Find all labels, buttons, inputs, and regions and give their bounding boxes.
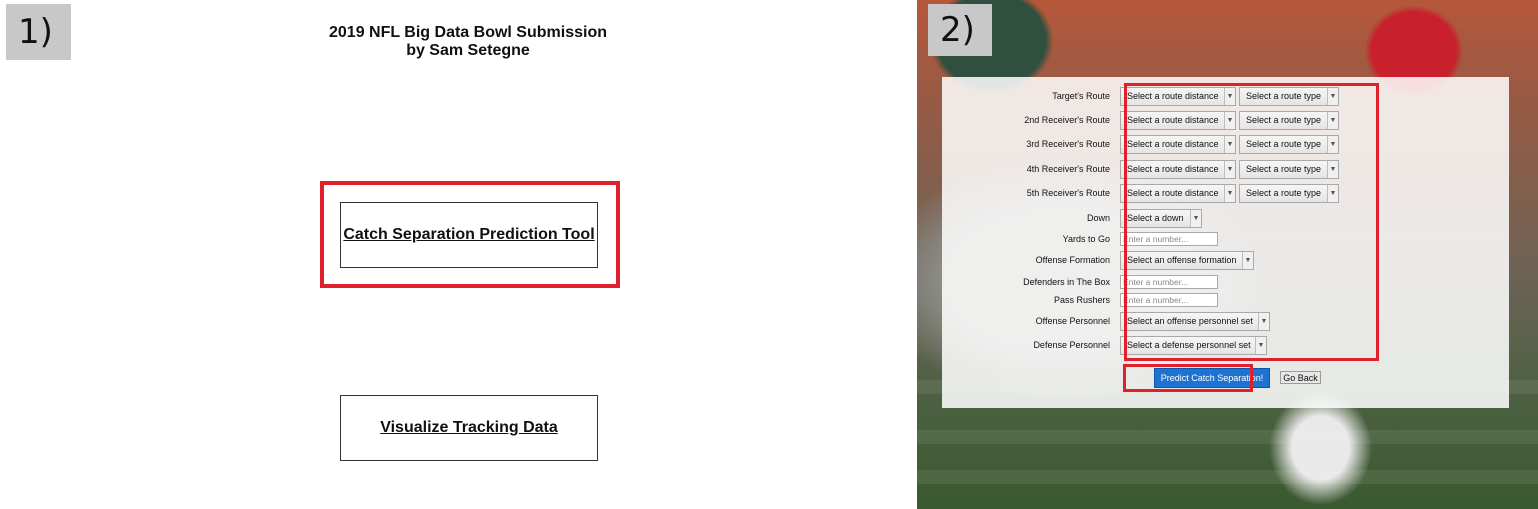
catch-separation-tool-link[interactable]: Catch Separation Prediction Tool <box>343 226 594 244</box>
route-distance-select[interactable]: Select a route distance ▼ <box>1120 183 1236 203</box>
panel-2-prediction-form: 2) Target's Route Select a route distanc… <box>917 0 1538 509</box>
select-value: Select a defense personnel set <box>1127 340 1251 350</box>
visualize-card[interactable]: Visualize Tracking Data <box>340 395 598 461</box>
chevron-down-icon: ▼ <box>1327 135 1338 153</box>
chevron-down-icon: ▼ <box>1327 111 1338 129</box>
defense-personnel-row: Defense Personnel Select a defense perso… <box>942 335 1270 355</box>
chevron-down-icon: ▼ <box>1327 184 1338 202</box>
route-distance-select[interactable]: Select a route distance ▼ <box>1120 159 1236 179</box>
select-value: Select a down <box>1127 213 1184 223</box>
select-value: Select a route distance <box>1127 139 1219 149</box>
route-type-select[interactable]: Select a route type ▼ <box>1239 134 1339 154</box>
route-type-select[interactable]: Select a route type ▼ <box>1239 183 1339 203</box>
background-stripe <box>917 470 1538 484</box>
route-row-target: Target's Route Select a route distance ▼ … <box>942 86 1342 106</box>
route-label: 2nd Receiver's Route <box>1024 115 1110 125</box>
defenders-in-box-label: Defenders in The Box <box>1023 277 1110 287</box>
chevron-down-icon: ▼ <box>1327 87 1338 105</box>
route-label: 4th Receiver's Route <box>1026 164 1110 174</box>
select-value: Select a route type <box>1246 139 1322 149</box>
chevron-down-icon: ▼ <box>1255 336 1266 354</box>
select-value: Select a route type <box>1246 91 1322 101</box>
down-label: Down <box>1086 213 1110 223</box>
route-distance-select[interactable]: Select a route distance ▼ <box>1120 134 1236 154</box>
chevron-down-icon: ▼ <box>1224 111 1235 129</box>
step-badge-2: 2) <box>928 4 992 56</box>
route-row-4th: 4th Receiver's Route Select a route dist… <box>942 159 1342 179</box>
route-type-select[interactable]: Select a route type ▼ <box>1239 159 1339 179</box>
yards-to-go-row: Yards to Go Enter a number... <box>942 229 1218 249</box>
defense-personnel-select[interactable]: Select a defense personnel set ▼ <box>1120 335 1267 355</box>
offense-personnel-select[interactable]: Select an offense personnel set ▼ <box>1120 311 1270 331</box>
route-row-3rd: 3rd Receiver's Route Select a route dist… <box>942 134 1342 154</box>
title-line-2: by Sam Setegne <box>406 42 530 59</box>
chevron-down-icon: ▼ <box>1190 209 1201 227</box>
down-select[interactable]: Select a down ▼ <box>1120 208 1202 228</box>
defenders-in-box-input[interactable]: Enter a number... <box>1120 275 1218 289</box>
select-value: Select an offense formation <box>1127 255 1237 265</box>
pass-rushers-row: Pass Rushers Enter a number... <box>942 290 1218 310</box>
prediction-form: Target's Route Select a route distance ▼ … <box>942 77 1509 408</box>
page-title: 2019 NFL Big Data Bowl Submission by Sam… <box>268 24 668 60</box>
route-distance-select[interactable]: Select a route distance ▼ <box>1120 86 1236 106</box>
pass-rushers-label: Pass Rushers <box>1053 295 1110 305</box>
route-label: 5th Receiver's Route <box>1026 188 1110 198</box>
defense-personnel-label: Defense Personnel <box>1033 340 1110 350</box>
visualize-tracking-link[interactable]: Visualize Tracking Data <box>380 419 558 437</box>
route-row-2nd: 2nd Receiver's Route Select a route dist… <box>942 110 1342 130</box>
chevron-down-icon: ▼ <box>1224 87 1235 105</box>
select-value: Select a route distance <box>1127 91 1219 101</box>
route-distance-select[interactable]: Select a route distance ▼ <box>1120 110 1236 130</box>
chevron-down-icon: ▼ <box>1224 135 1235 153</box>
offense-personnel-label: Offense Personnel <box>1035 316 1110 326</box>
route-row-5th: 5th Receiver's Route Select a route dist… <box>942 183 1342 203</box>
offense-personnel-row: Offense Personnel Select an offense pers… <box>942 311 1273 331</box>
select-value: Select a route type <box>1246 188 1322 198</box>
select-value: Select a route type <box>1246 164 1322 174</box>
catch-tool-card[interactable]: Catch Separation Prediction Tool <box>340 202 598 268</box>
offense-formation-row: Offense Formation Select an offense form… <box>942 250 1257 270</box>
route-type-select[interactable]: Select a route type ▼ <box>1239 86 1339 106</box>
chevron-down-icon: ▼ <box>1258 312 1269 330</box>
chevron-down-icon: ▼ <box>1327 160 1338 178</box>
chevron-down-icon: ▼ <box>1224 184 1235 202</box>
route-label: Target's Route <box>1052 91 1110 101</box>
title-line-1: 2019 NFL Big Data Bowl Submission <box>329 24 607 41</box>
pass-rushers-input[interactable]: Enter a number... <box>1120 293 1218 307</box>
select-value: Select a route distance <box>1127 188 1219 198</box>
select-value: Select a route distance <box>1127 115 1219 125</box>
go-back-button[interactable]: Go Back <box>1280 371 1321 384</box>
route-type-select[interactable]: Select a route type ▼ <box>1239 110 1339 130</box>
yards-to-go-input[interactable]: Enter a number... <box>1120 232 1218 246</box>
step-badge-1: 1) <box>6 4 71 60</box>
chevron-down-icon: ▼ <box>1242 251 1253 269</box>
select-value: Select a route distance <box>1127 164 1219 174</box>
panel-1-home: 1) 2019 NFL Big Data Bowl Submission by … <box>0 0 916 509</box>
route-label: 3rd Receiver's Route <box>1026 139 1110 149</box>
offense-formation-label: Offense Formation <box>1035 255 1110 265</box>
select-value: Select an offense personnel set <box>1127 316 1253 326</box>
defenders-in-box-row: Defenders in The Box Enter a number... <box>942 272 1218 292</box>
background-stripe <box>917 430 1538 444</box>
offense-formation-select[interactable]: Select an offense formation ▼ <box>1120 250 1254 270</box>
predict-catch-separation-button[interactable]: Predict Catch Separation! <box>1154 368 1270 388</box>
down-row: Down Select a down ▼ <box>942 208 1205 228</box>
yards-to-go-label: Yards to Go <box>1062 234 1110 244</box>
chevron-down-icon: ▼ <box>1224 160 1235 178</box>
select-value: Select a route type <box>1246 115 1322 125</box>
